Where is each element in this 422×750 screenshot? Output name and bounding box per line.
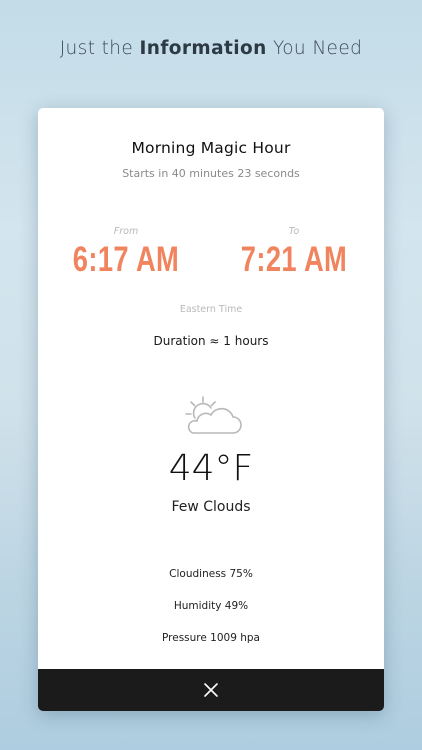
headline-suffix: You Need <box>266 38 363 59</box>
close-bar[interactable] <box>38 669 384 711</box>
close-icon[interactable] <box>203 682 219 698</box>
headline-prefix: Just the <box>59 38 140 59</box>
weather-condition: Few Clouds <box>171 499 251 515</box>
marketing-headline: Just the Information You Need <box>0 38 422 59</box>
timezone-label: Eastern Time <box>179 304 243 315</box>
humidity-stat: Humidity 49% <box>173 600 249 612</box>
cloudiness-stat: Cloudiness 75% <box>169 568 253 580</box>
duration-text: Duration ≈ 1 hours <box>153 334 269 348</box>
from-label: From <box>113 226 139 237</box>
to-time: 7:21 AM <box>240 240 348 279</box>
countdown-subtitle: Starts in 40 minutes 23 seconds <box>122 167 300 180</box>
temperature: 44°F <box>168 448 254 489</box>
from-time: 6:17 AM <box>72 240 180 279</box>
partly-cloudy-icon <box>185 396 242 434</box>
headline-bold: Information <box>139 38 267 59</box>
to-label: To <box>288 226 300 237</box>
magic-hour-card: Morning Magic Hour Starts in 40 minutes … <box>38 108 384 711</box>
card-title: Morning Magic Hour <box>131 139 291 157</box>
pressure-stat: Pressure 1009 hpa <box>162 632 260 644</box>
